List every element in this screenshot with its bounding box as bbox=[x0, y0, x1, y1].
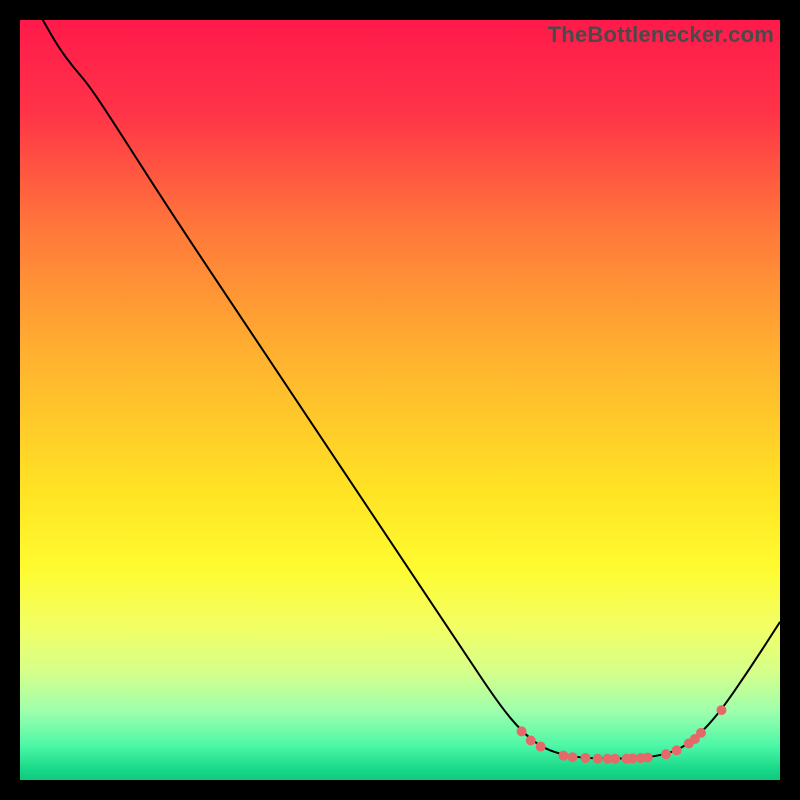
curve-marker-dot bbox=[536, 742, 546, 752]
curve-marker-dot bbox=[568, 752, 578, 762]
curve-marker-dot bbox=[610, 754, 620, 764]
chart-frame: TheBottlenecker.com bbox=[20, 20, 780, 780]
curve-marker-dot bbox=[526, 735, 536, 745]
curve-marker-dot bbox=[661, 749, 671, 759]
curve-marker-dot bbox=[716, 705, 726, 715]
curve-marker-dot bbox=[558, 751, 568, 761]
curve-marker-dot bbox=[696, 728, 706, 738]
bottleneck-chart bbox=[20, 20, 780, 780]
curve-marker-dot bbox=[580, 753, 590, 763]
curve-marker-dot bbox=[672, 745, 682, 755]
gradient-background bbox=[20, 20, 780, 780]
curve-marker-dot bbox=[643, 753, 653, 763]
watermark-text: TheBottlenecker.com bbox=[548, 22, 774, 48]
curve-marker-dot bbox=[593, 754, 603, 764]
curve-marker-dot bbox=[517, 726, 527, 736]
